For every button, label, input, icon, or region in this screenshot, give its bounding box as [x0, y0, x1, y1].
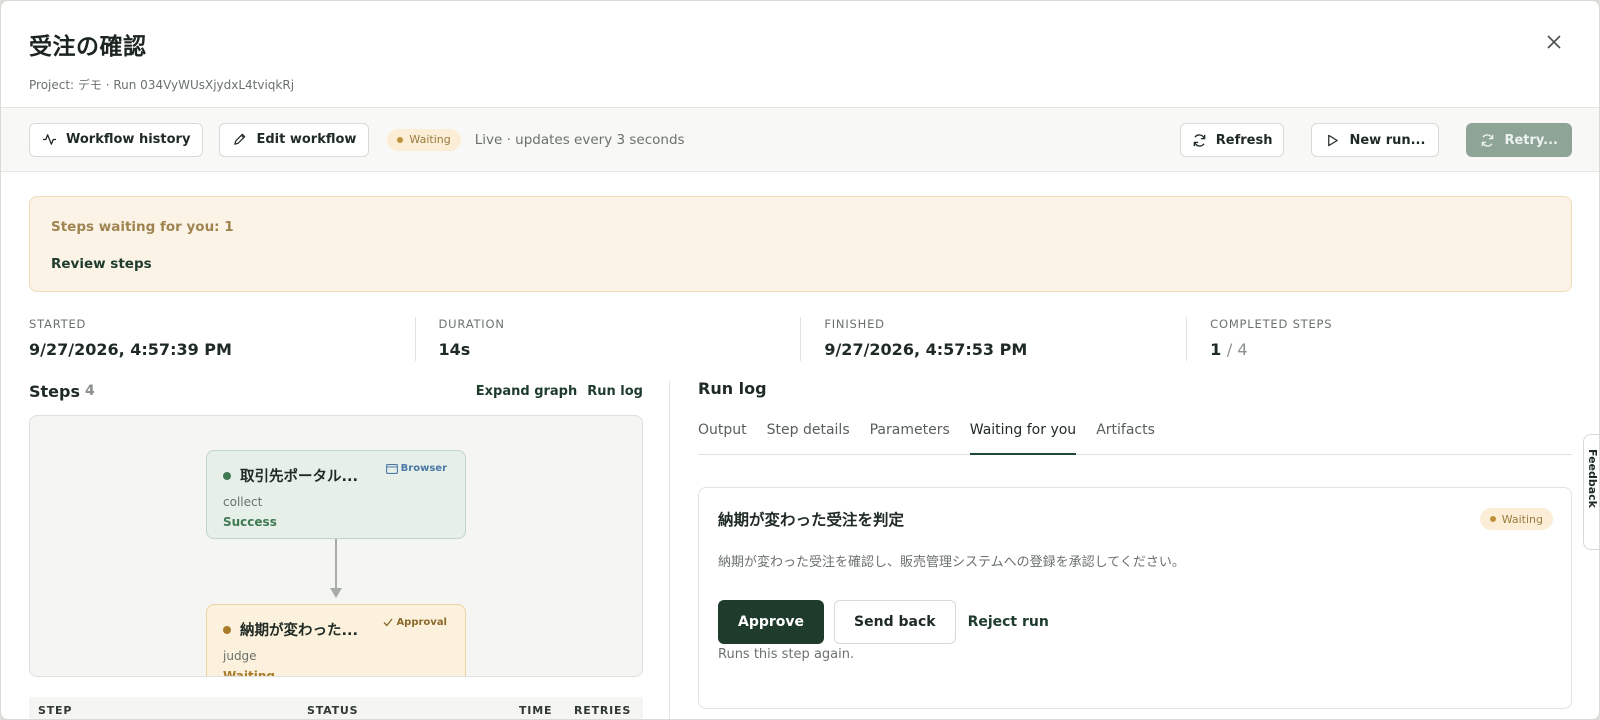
page-title: 受注の確認 [29, 34, 147, 60]
completed-total: / 4 [1226, 340, 1248, 359]
node-tag-label: Browser [400, 463, 447, 474]
reject-run-button[interactable]: Reject run [966, 614, 1051, 630]
stat-finished: FINISHED 9/27/2026, 4:57:53 PM [800, 317, 1186, 361]
status-badge: Waiting [387, 128, 461, 151]
status-dot-icon [1489, 516, 1496, 522]
steps-count: 4 [85, 383, 95, 399]
toolbar: Workflow history Edit workflow Waiting L… [1, 108, 1599, 172]
approval-card: 納期が変わった受注を判定 Waiting 納期が変わった受注を確認し、販売管理シ… [698, 487, 1572, 709]
column-header-time: TIME [519, 703, 553, 717]
pencil-icon [234, 133, 246, 145]
retry-label: Retry... [1504, 132, 1558, 148]
steps-panel: Steps 4 Expand graph Run log Browser 取引先… [29, 379, 643, 719]
run-log-panel: Run log Output Step details Parameters W… [698, 379, 1572, 719]
graph-edge [335, 539, 337, 593]
dialog-header: 受注の確認 Project: デモ · Run 034VyWUsXjydxL4t… [1, 1, 1599, 108]
stat-started: STARTED 9/27/2026, 4:57:39 PM [29, 317, 415, 361]
tab-waiting-for-you[interactable]: Waiting for you [969, 415, 1077, 455]
close-icon [1547, 35, 1561, 49]
run-log-tabs: Output Step details Parameters Waiting f… [698, 415, 1572, 455]
node-status: Success [223, 515, 277, 529]
live-update-text: Live · updates every 3 seconds [474, 131, 685, 148]
edit-workflow-button[interactable]: Edit workflow [219, 122, 370, 157]
stat-label: FINISHED [824, 317, 885, 331]
tab-output[interactable]: Output [698, 415, 747, 455]
approval-actions: Approve Send back Reject run [718, 600, 1552, 644]
node-kind: collect [223, 495, 263, 509]
refresh-label: Refresh [1215, 132, 1273, 148]
node-tag-browser: Browser [385, 463, 447, 474]
tab-step-details[interactable]: Step details [767, 415, 850, 455]
graph-node-judge[interactable]: Approval 納期が変わった... judge Waiting [206, 604, 466, 677]
retry-icon [1482, 133, 1494, 147]
play-icon [1328, 134, 1339, 146]
graph-node-collect[interactable]: Browser 取引先ポータル... collect Success [206, 450, 466, 539]
status-badge-label: Waiting [409, 133, 451, 146]
stat-label: STARTED [29, 317, 87, 331]
send-back-hint: Runs this step again. [718, 647, 855, 662]
status-badge-label: Waiting [1501, 512, 1543, 526]
stat-label: DURATION [438, 317, 505, 331]
stat-duration: DURATION 14s [414, 317, 801, 361]
run-log-link[interactable]: Run log [587, 384, 643, 399]
send-back-button[interactable]: Send back [834, 600, 956, 644]
activity-icon [42, 134, 57, 145]
browser-icon [385, 463, 398, 474]
column-header-status: STATUS [307, 703, 359, 717]
alert-title: Steps waiting for you: 1 [51, 219, 234, 235]
run-stats: STARTED 9/27/2026, 4:57:39 PM DURATION 1… [29, 317, 1572, 361]
stat-value: 14s [438, 340, 471, 359]
status-dot-icon [397, 136, 404, 143]
node-status-dot-icon [223, 471, 231, 480]
refresh-button[interactable]: Refresh [1179, 123, 1285, 157]
workflow-history-label: Workflow history [66, 132, 191, 147]
arrow-down-icon [330, 588, 342, 598]
column-header-retries: RETRIES [574, 703, 632, 717]
steps-links: Expand graph Run log [476, 384, 643, 399]
feedback-label: Feedback [1586, 449, 1599, 508]
node-title-text: 取引先ポータル... [240, 469, 359, 485]
new-run-button[interactable]: New run... [1311, 123, 1440, 157]
stat-value: 9/27/2026, 4:57:39 PM [29, 340, 232, 359]
waiting-alert: Steps waiting for you: 1 Review steps [29, 196, 1572, 292]
node-status: Waiting [223, 669, 276, 677]
node-kind: judge [223, 649, 257, 663]
completed-count: 1 [1210, 340, 1222, 359]
approval-title: 納期が変わった受注を判定 [718, 511, 905, 529]
workflow-graph[interactable]: Browser 取引先ポータル... collect Success Appro… [29, 415, 643, 677]
approve-button[interactable]: Approve [718, 600, 825, 644]
refresh-icon [1193, 133, 1206, 147]
run-subtitle: Project: デモ · Run 034VyWUsXjydxL4tviqkRj [29, 78, 295, 92]
stat-value: 1 / 4 [1210, 340, 1572, 359]
steps-title: Steps [29, 381, 80, 401]
stat-completed-steps: COMPLETED STEPS 1 / 4 [1186, 317, 1572, 361]
steps-header: Steps 4 Expand graph Run log [29, 379, 643, 403]
column-header-step: STEP [38, 703, 73, 717]
feedback-tab[interactable]: Feedback [1583, 434, 1599, 550]
close-button[interactable] [1543, 31, 1565, 53]
node-tag-approval: Approval [383, 617, 447, 628]
new-run-label: New run... [1349, 132, 1426, 148]
toolbar-actions: Refresh New run... Retry... [1179, 123, 1572, 157]
tab-parameters[interactable]: Parameters [870, 415, 950, 455]
stat-label: COMPLETED STEPS [1210, 317, 1333, 331]
node-title-text: 納期が変わった... [240, 623, 359, 639]
panel-divider [669, 381, 670, 719]
workflow-history-button[interactable]: Workflow history [29, 122, 204, 157]
run-dialog: 受注の確認 Project: デモ · Run 034VyWUsXjydxL4t… [0, 0, 1600, 720]
retry-button[interactable]: Retry... [1466, 123, 1572, 157]
stat-value: 9/27/2026, 4:57:53 PM [824, 340, 1028, 359]
approval-description: 納期が変わった受注を確認し、販売管理システムへの登録を承認してください。 [718, 555, 1185, 570]
steps-table-header: STEP STATUS TIME RETRIES [29, 697, 643, 719]
review-steps-link[interactable]: Review steps [51, 256, 1550, 272]
run-log-title: Run log [698, 379, 767, 398]
status-badge: Waiting [1479, 508, 1553, 530]
tab-artifacts[interactable]: Artifacts [1096, 415, 1155, 455]
node-tag-label: Approval [396, 617, 447, 628]
expand-graph-link[interactable]: Expand graph [476, 384, 577, 399]
node-status-dot-icon [223, 625, 231, 634]
check-icon [383, 618, 393, 627]
edit-workflow-label: Edit workflow [256, 132, 357, 147]
